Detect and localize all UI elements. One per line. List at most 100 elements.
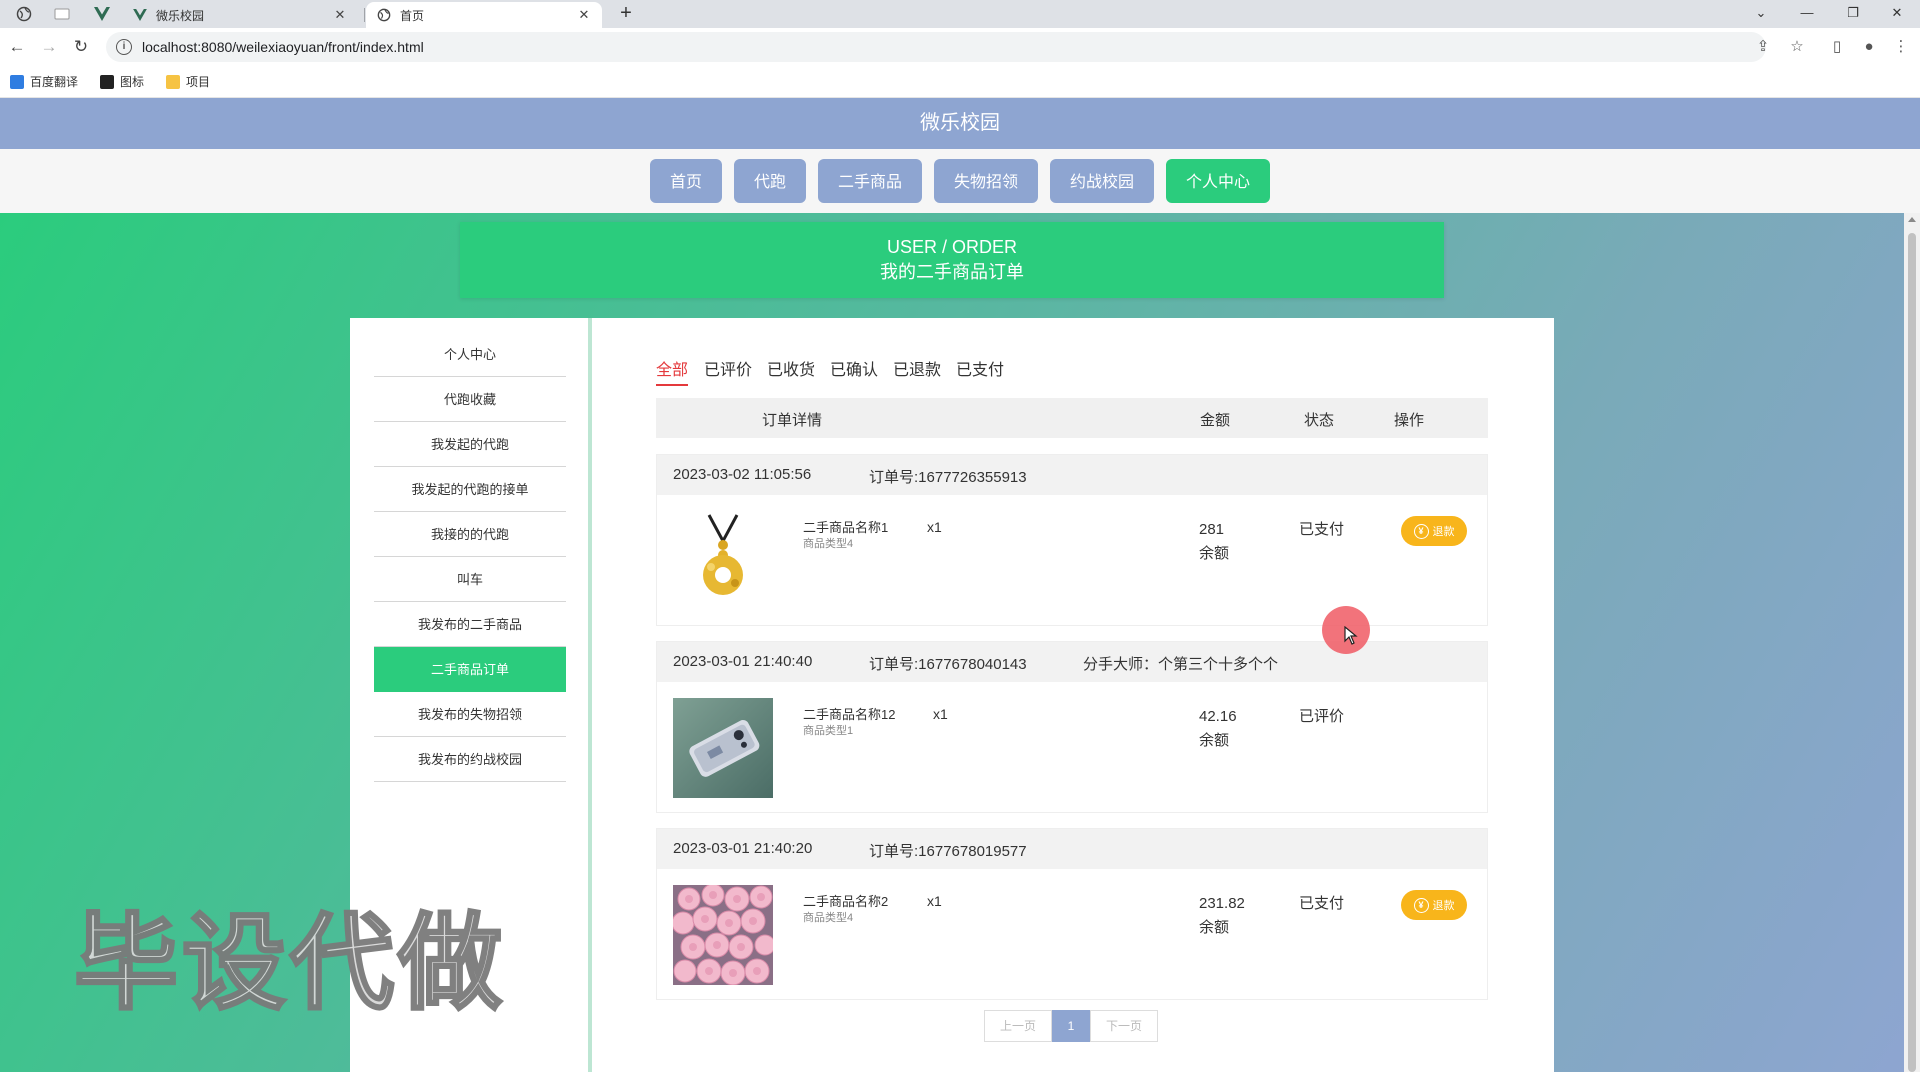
refund-button[interactable]: ¥ 退款 [1401,890,1467,920]
page-scrollbar[interactable] [1904,213,1920,1072]
order-status: 已支付 [1299,895,1345,912]
filter-tab-refunded[interactable]: 已退款 [893,356,941,384]
tab-title: 首页 [400,8,425,23]
blank-page-icon[interactable] [42,2,82,26]
product-quantity: x1 [927,893,942,909]
roses-image[interactable] [673,885,773,985]
banner-en-title: USER / ORDER [886,237,1018,257]
star-icon[interactable]: ☆ [1786,36,1808,58]
restore-button[interactable]: ❐ [1830,0,1876,28]
amount-value: 281 [1199,521,1225,538]
globe-icon [376,7,392,23]
banner-cn-title: 我的二手商品订单 [880,262,1024,282]
sidebar-item-second-hand-orders[interactable]: 二手商品订单 [374,647,566,692]
url-text[interactable]: localhost:8080/weilexiaoyuan/front/index… [142,39,424,55]
translate-icon [10,74,24,89]
scroll-up-arrow-icon[interactable] [1908,217,1916,222]
product-name[interactable]: 二手商品名称1 [803,517,888,536]
address-bar[interactable]: i localhost:8080/weilexiaoyuan/front/ind… [106,32,1766,62]
sidebar-item-my-taken-errands[interactable]: 我接的的代跑 [374,512,566,557]
refund-label: 退款 [1432,900,1455,912]
order-amount: 281 余额 [1199,518,1229,566]
filter-tab-paid[interactable]: 已支付 [956,356,1004,384]
filter-tab-confirmed[interactable]: 已确认 [830,356,878,384]
pay-method: 余额 [1199,919,1230,936]
order-panel: 个人中心 代跑收藏 我发起的代跑 我发起的代跑的接单 我接的的代跑 叫车 我发布… [350,318,1554,1072]
info-icon[interactable]: i [116,39,132,55]
order-card: 2023-03-01 21:40:20 订单号:1677678019577 二手… [656,828,1488,1000]
header-amount: 金额 [1200,412,1231,429]
refund-button[interactable]: ¥ 退款 [1401,516,1467,546]
product-name[interactable]: 二手商品名称12 [803,704,895,723]
page-banner: USER / ORDER 我的二手商品订单 [460,222,1444,298]
product-type: 商品类型4 [803,912,854,924]
prev-page-button[interactable]: 上一页 [984,1010,1052,1042]
order-number: 订单号:1677678040143 [869,656,1027,673]
address-toolbar: ← → ↻ i localhost:8080/weilexiaoyuan/fro… [0,28,1920,66]
side-panel-icon[interactable]: ▯ [1826,36,1848,58]
header-status: 状态 [1304,412,1335,429]
reload-icon[interactable]: ↻ [68,34,94,60]
sidebar-item-my-lost-found[interactable]: 我发布的失物招领 [374,692,566,737]
nav-second-hand[interactable]: 二手商品 [817,159,922,203]
minimize-button[interactable]: — [1784,0,1830,28]
vue-icon[interactable] [82,2,122,26]
order-header: 2023-03-02 11:05:56 订单号:1677726355913 [657,455,1487,495]
sidebar-item-call-car[interactable]: 叫车 [374,557,566,602]
menu-icon[interactable]: ⋮ [1890,36,1912,58]
amount-value: 231.82 [1199,895,1245,912]
bookmark-label: 百度翻译 [30,75,79,89]
order-time: 2023-03-01 21:40:20 [673,840,813,857]
bookmark-project[interactable]: 项目 [166,73,210,90]
tab-weile-campus[interactable]: 微乐校园 ✕ [122,2,358,28]
close-window-button[interactable]: ✕ [1874,0,1920,28]
filter-tab-received[interactable]: 已收货 [767,356,815,384]
tab-divider [364,8,365,22]
nav-errand[interactable]: 代跑 [733,159,806,203]
nav-lost-found[interactable]: 失物招领 [934,159,1039,203]
close-tab-icon[interactable]: ✕ [332,7,348,23]
tab-search-icon[interactable]: ⌄ [1738,0,1784,28]
phone-image[interactable] [673,698,773,798]
profile-icon[interactable]: ● [1858,36,1880,58]
nav-campus-battle[interactable]: 约战校园 [1050,159,1155,203]
page-number-button[interactable]: 1 [1052,1010,1090,1042]
sidebar-item-my-second-hand[interactable]: 我发布的二手商品 [374,602,566,647]
browser-tab-bar: 微乐校园 ✕ 首页 ✕ + ⌄ — ❐ ✕ [0,0,1920,28]
sidebar-item-my-errands[interactable]: 我发起的代跑 [374,422,566,467]
tab-home[interactable]: 首页 ✕ [366,2,602,28]
order-amount: 231.82 余额 [1199,892,1245,940]
bookmarks-bar: 百度翻译 图标 项目 [0,66,1920,98]
new-tab-button[interactable]: + [614,2,638,26]
order-card: 2023-03-02 11:05:56 订单号:1677726355913 二手… [656,454,1488,626]
close-tab-icon[interactable]: ✕ [576,7,592,23]
back-arrow-icon[interactable]: ← [4,34,30,60]
main-nav: 首页 代跑 二手商品 失物招领 约战校园 个人中心 [0,149,1920,213]
filter-tab-all[interactable]: 全部 [656,356,689,386]
filter-tab-reviewed[interactable]: 已评价 [704,356,752,384]
product-quantity: x1 [927,519,942,535]
share-icon[interactable]: ⇪ [1752,36,1774,58]
sidebar-item-user-center[interactable]: 个人中心 [374,332,566,377]
product-name[interactable]: 二手商品名称2 [803,891,888,910]
nav-user-center[interactable]: 个人中心 [1166,159,1271,203]
sidebar-item-errand-favorites[interactable]: 代跑收藏 [374,377,566,422]
forward-arrow-icon[interactable]: → [36,34,62,60]
nav-home[interactable]: 首页 [649,159,722,203]
bookmark-baidu-translate[interactable]: 百度翻译 [10,73,78,90]
sidebar-item-errand-accepted[interactable]: 我发起的代跑的接单 [374,467,566,512]
pendant-image[interactable] [673,511,773,611]
header-action: 操作 [1394,412,1425,429]
pay-method: 余额 [1199,732,1230,749]
product-type: 商品类型1 [803,725,854,737]
next-page-button[interactable]: 下一页 [1090,1010,1158,1042]
bookmark-icons[interactable]: 图标 [100,73,144,90]
globe-icon[interactable] [4,2,44,26]
scrollbar-thumb[interactable] [1908,233,1916,1072]
refund-label: 退款 [1432,526,1455,538]
order-amount: 42.16 余额 [1199,705,1237,753]
sidebar-item-my-campus-battle[interactable]: 我发布的约战校园 [374,737,566,782]
order-time: 2023-03-02 11:05:56 [673,466,812,483]
order-time: 2023-03-01 21:40:40 [673,653,813,670]
pagination: 上一页 1 下一页 [984,1010,1158,1042]
